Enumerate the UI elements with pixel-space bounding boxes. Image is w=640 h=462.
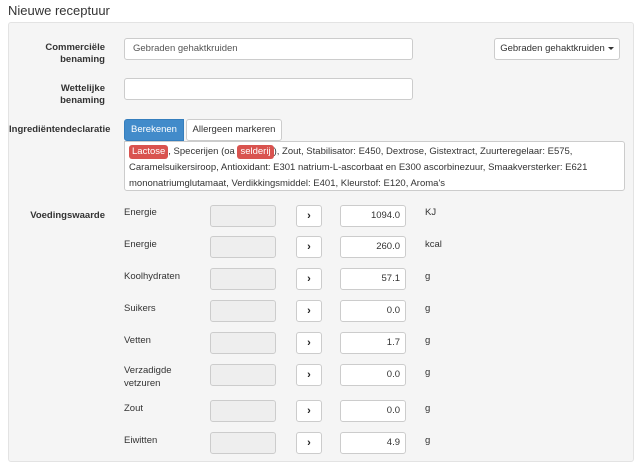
nutrient-unit: g: [425, 367, 431, 378]
nutrient-unit: KJ: [425, 207, 437, 218]
nutrient-unit: kcal: [425, 239, 442, 250]
nutrient-value-input[interactable]: 260.0: [340, 236, 406, 258]
commercial-name-input[interactable]: Gebraden gehaktkruiden: [124, 38, 413, 60]
chevron-right-icon[interactable]: ›: [296, 236, 322, 258]
allergen-badge-lactose: Lactose: [129, 145, 169, 159]
chevron-right-icon[interactable]: ›: [296, 332, 322, 354]
nutrient-value-input[interactable]: 4.9: [340, 432, 406, 454]
nutrient-readonly-box: [210, 364, 276, 386]
nutrient-readonly-box: [210, 205, 276, 227]
nutrient-readonly-box: [210, 236, 276, 258]
nutrient-unit: g: [425, 303, 431, 314]
allergen-badge-selderij: selderij: [237, 145, 274, 159]
nutrient-value-input[interactable]: 0.0: [340, 364, 406, 386]
chevron-right-icon[interactable]: ›: [296, 432, 322, 454]
nutrient-name: Vetten: [124, 335, 151, 346]
nutrient-unit: g: [425, 403, 431, 414]
recipe-form-panel: Commerciële benaming Gebraden gehaktkrui…: [8, 22, 634, 462]
nutrient-value-input[interactable]: 57.1: [340, 268, 406, 290]
nutrient-value-input[interactable]: 0.0: [340, 400, 406, 422]
nutrition-label: Voedingswaarde: [30, 210, 105, 221]
commercial-name-label: Commerciële benaming: [45, 42, 105, 65]
nutrient-unit: g: [425, 435, 431, 446]
legal-name-label: Wettelijke benaming: [60, 83, 105, 106]
chevron-right-icon[interactable]: ›: [296, 364, 322, 386]
nutrient-value-input[interactable]: 1.7: [340, 332, 406, 354]
mark-allergen-button[interactable]: Allergeen markeren: [186, 119, 282, 141]
calculate-button[interactable]: Berekenen: [124, 119, 184, 141]
recipe-dropdown-label: Gebraden gehaktkruiden: [500, 43, 605, 54]
nutrient-value-input[interactable]: 1094.0: [340, 205, 406, 227]
nutrient-readonly-box: [210, 332, 276, 354]
chevron-right-icon[interactable]: ›: [296, 205, 322, 227]
ingredients-label: Ingrediëntendeclaratie: [9, 124, 111, 135]
chevron-right-icon[interactable]: ›: [296, 268, 322, 290]
nutrient-unit: g: [425, 271, 431, 282]
nutrient-name: Verzadigde vetzuren: [124, 365, 172, 389]
nutrient-readonly-box: [210, 432, 276, 454]
nutrient-name: Suikers: [124, 303, 156, 314]
chevron-right-icon[interactable]: ›: [296, 300, 322, 322]
nutrient-name: Koolhydraten: [124, 271, 180, 282]
nutrient-readonly-box: [210, 268, 276, 290]
nutrient-name: Zout: [124, 403, 144, 414]
nutrient-name: Energie: [124, 239, 157, 250]
chevron-right-icon[interactable]: ›: [296, 400, 322, 422]
nutrient-name: Eiwitten: [124, 435, 158, 446]
nutrient-readonly-box: [210, 300, 276, 322]
nutrient-readonly-box: [210, 400, 276, 422]
ingredient-declaration-text[interactable]: Lactose, Specerijen (oa selderij), Zout,…: [124, 141, 625, 191]
nutrient-unit: g: [425, 335, 431, 346]
page-title: Nieuwe receptuur: [8, 3, 110, 18]
caret-down-icon: [607, 46, 614, 50]
nutrient-name: Energie: [124, 207, 157, 218]
nutrient-value-input[interactable]: 0.0: [340, 300, 406, 322]
legal-name-input[interactable]: [124, 78, 413, 100]
recipe-dropdown-button[interactable]: Gebraden gehaktkruiden: [494, 38, 620, 60]
declaration-text-part1: , Specerijen (oa: [168, 146, 238, 157]
